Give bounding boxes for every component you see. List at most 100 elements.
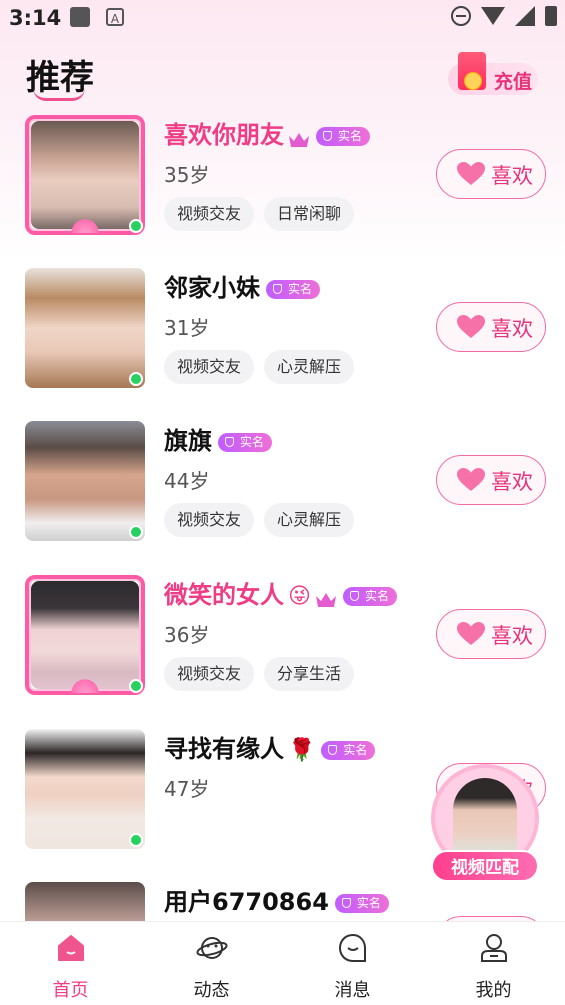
avatar[interactable]: [25, 575, 145, 695]
user-name: 旗旗: [164, 427, 212, 455]
video-match-photo: [453, 778, 517, 858]
tab-label: 首页: [52, 980, 89, 1001]
interest-tag: 心灵解压: [264, 350, 355, 384]
like-button[interactable]: 喜欢: [436, 149, 546, 199]
like-button[interactable]: 喜欢: [436, 302, 546, 352]
video-match-label: 视频匹配: [431, 850, 539, 882]
video-match-button[interactable]: 视频匹配: [431, 768, 539, 884]
tab-messages[interactable]: 消息: [282, 922, 423, 1005]
heart-icon: [457, 162, 485, 185]
verified-badge: 实名: [266, 279, 321, 299]
user-age: 36岁: [164, 623, 210, 647]
heart-icon: [457, 468, 485, 491]
coin-icon: [464, 72, 482, 90]
like-button[interactable]: 喜欢: [436, 609, 546, 659]
user-name: 用户6770864: [164, 888, 329, 916]
user-name-row: 旗旗 实名: [164, 421, 273, 456]
title-underline-decoration: [33, 88, 85, 101]
wifi-icon: [481, 7, 505, 25]
avatar-photo: [25, 882, 145, 921]
user-age: 47岁: [164, 777, 210, 801]
interest-tag: 视频交友: [164, 350, 255, 384]
notification-square-icon: [70, 7, 90, 27]
signal-icon: [515, 6, 535, 26]
user-age: 31岁: [164, 316, 210, 340]
profile-icon: [481, 934, 507, 962]
interest-tag: 视频交友: [164, 197, 255, 231]
status-icons: [451, 6, 557, 26]
avatar-photo: [25, 729, 145, 849]
verified-badge: 实名: [334, 893, 389, 913]
online-status-dot: [129, 833, 143, 847]
crown-icon: [288, 127, 310, 147]
user-name-row: 用户6770864 实名: [164, 882, 389, 917]
wink-tongue-emoji-icon: 😜: [288, 583, 311, 609]
status-bar: 3:14 A: [0, 0, 565, 36]
like-button[interactable]: 喜欢: [436, 455, 546, 505]
avatar-photo: [25, 268, 145, 388]
verified-badge: 实名: [316, 126, 371, 146]
user-name-row: 寻找有缘人 🌹 实名: [164, 729, 376, 764]
frame-ornament-icon: [69, 217, 101, 233]
planet-icon: [196, 937, 228, 959]
tag-list: 视频交友 日常闲聊: [164, 197, 355, 231]
battery-icon: [545, 6, 557, 26]
tag-list: 视频交友 心灵解压: [164, 350, 355, 384]
user-card[interactable]: 用户6770864 实名: [0, 882, 565, 921]
avatar[interactable]: [25, 268, 145, 388]
interest-tag: 视频交友: [164, 657, 255, 691]
red-packet-icon: [458, 52, 486, 90]
keyboard-a-icon: A: [106, 8, 124, 26]
verified-badge: 实名: [321, 740, 376, 760]
user-name-row: 微笑的女人 😜 实名: [164, 575, 397, 610]
avatar[interactable]: [25, 115, 145, 235]
avatar-photo: [25, 421, 145, 541]
user-name: 寻找有缘人: [164, 735, 284, 763]
tab-profile[interactable]: 我的: [423, 922, 564, 1005]
tab-home[interactable]: 首页: [0, 922, 141, 1005]
interest-tag: 分享生活: [264, 657, 355, 691]
tag-list: 视频交友 分享生活: [164, 657, 355, 691]
online-status-dot: [129, 372, 143, 386]
online-status-dot: [129, 679, 143, 693]
user-card[interactable]: 微笑的女人 😜 实名 36岁 视频交友 分享生活 喜欢: [0, 575, 565, 729]
tab-moments[interactable]: 动态: [141, 922, 282, 1005]
tab-label: 我的: [475, 980, 512, 1001]
user-name-row: 喜欢你朋友 实名: [164, 115, 371, 150]
tab-label: 消息: [334, 980, 371, 1001]
heart-icon: [457, 315, 485, 338]
like-label: 喜欢: [491, 317, 533, 341]
rose-emoji-icon: 🌹: [288, 737, 316, 763]
frame-ornament-icon: [69, 677, 101, 693]
user-name-row: 邻家小妹 实名: [164, 268, 321, 303]
online-status-dot: [129, 219, 143, 233]
bottom-tab-bar: 首页 动态 消息 我的: [0, 921, 565, 1005]
home-icon: [58, 935, 84, 961]
user-age: 35岁: [164, 163, 210, 187]
like-label: 喜欢: [491, 164, 533, 188]
crown-icon: [315, 587, 337, 607]
heart-icon: [457, 622, 485, 645]
user-age: 44岁: [164, 469, 210, 493]
interest-tag: 日常闲聊: [264, 197, 355, 231]
tag-list: 视频交友 心灵解压: [164, 503, 355, 537]
avatar[interactable]: [25, 421, 145, 541]
like-label: 喜欢: [491, 470, 533, 494]
status-time: 3:14: [9, 6, 62, 30]
message-icon: [338, 933, 366, 962]
avatar[interactable]: [25, 729, 145, 849]
avatar[interactable]: [25, 882, 145, 921]
user-name: 邻家小妹: [164, 274, 260, 302]
user-card[interactable]: 邻家小妹 实名 31岁 视频交友 心灵解压 喜欢: [0, 268, 565, 422]
user-name: 微笑的女人: [164, 581, 284, 609]
verified-badge: 实名: [342, 586, 397, 606]
online-status-dot: [129, 525, 143, 539]
interest-tag: 视频交友: [164, 503, 255, 537]
like-label: 喜欢: [491, 624, 533, 648]
do-not-disturb-icon: [451, 6, 471, 26]
user-card[interactable]: 旗旗 实名 44岁 视频交友 心灵解压 喜欢: [0, 421, 565, 575]
interest-tag: 心灵解压: [264, 503, 355, 537]
user-name: 喜欢你朋友: [164, 121, 284, 149]
recharge-label: 充值: [494, 71, 533, 93]
user-card[interactable]: 喜欢你朋友 实名 35岁 视频交友 日常闲聊 喜欢: [0, 115, 565, 269]
